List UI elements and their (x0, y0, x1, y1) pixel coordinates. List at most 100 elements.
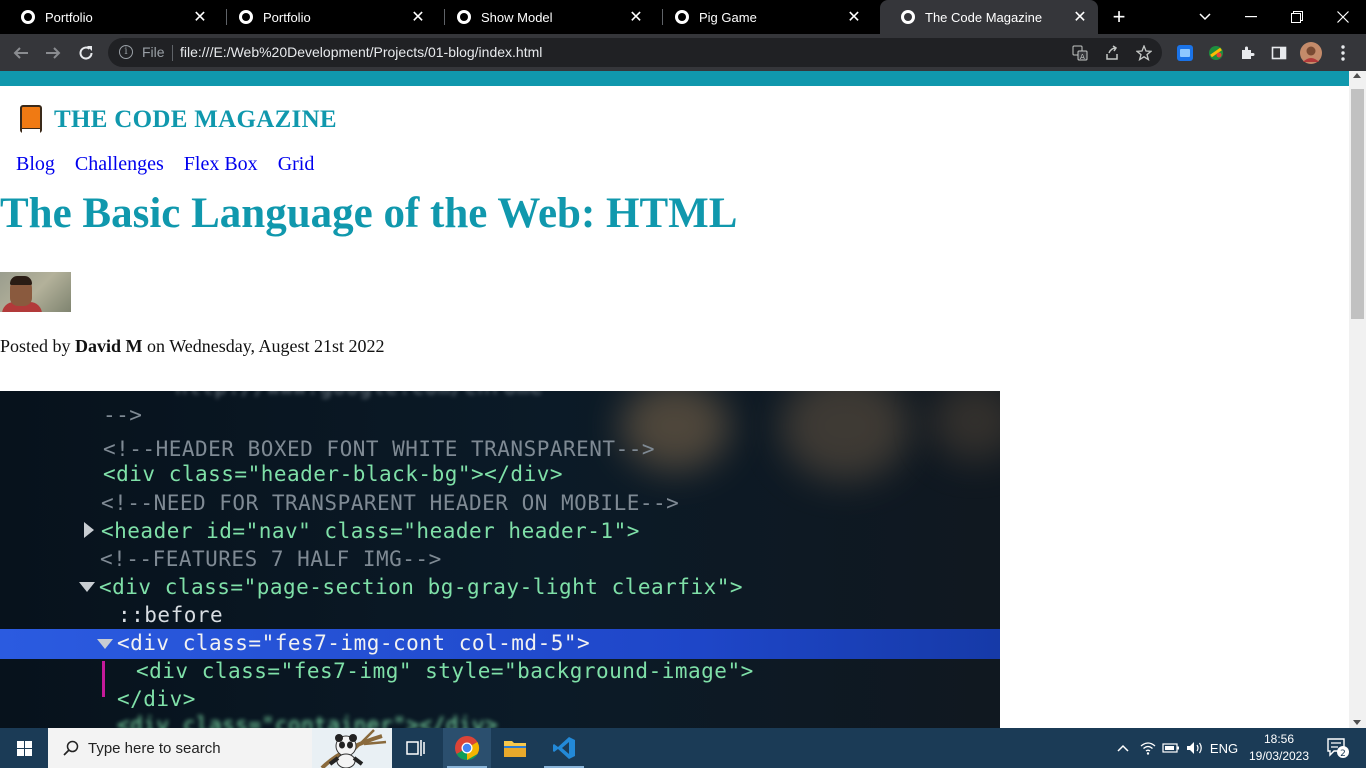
url-text[interactable]: file:///E:/Web%20Development/Projects/01… (180, 44, 542, 60)
post-meta: Posted by David M on Wednesday, Augest 2… (0, 336, 385, 357)
code-line: <div class="page-section bg-gray-light c… (99, 575, 744, 599)
globe-icon (239, 10, 253, 24)
code-line: ::before (118, 603, 224, 627)
tab-portfolio-2[interactable]: Portfolio ✕ (218, 0, 436, 34)
notification-center-button[interactable]: 2 (1318, 728, 1358, 768)
meta-suffix: on Wednesday, Augest 21st 2022 (147, 336, 385, 356)
clock-date: 19/03/2023 (1248, 749, 1310, 763)
post-title: The Basic Language of the Web: HTML (0, 190, 738, 237)
nav-link-grid[interactable]: Grid (278, 153, 315, 176)
tab-title: The Code Magazine (925, 9, 1043, 25)
code-line: <div class="container"></div> (117, 713, 499, 728)
tab-pig-game[interactable]: Pig Game ✕ (654, 0, 872, 34)
reload-button[interactable] (73, 40, 99, 66)
tab-title: Show Model (481, 9, 553, 25)
tab-show-model[interactable]: Show Model ✕ (436, 0, 654, 34)
address-bar[interactable]: i File file:///E:/Web%20Development/Proj… (108, 38, 1162, 67)
scroll-up-icon[interactable] (1353, 73, 1361, 78)
notification-count: 2 (1340, 749, 1346, 759)
translate-icon[interactable]: A (1070, 43, 1090, 63)
site-nav: Blog Challenges Flex Box Grid (16, 153, 314, 176)
nav-link-blog[interactable]: Blog (16, 153, 55, 176)
taskbar-search[interactable]: Type here to search (48, 728, 392, 768)
profile-avatar[interactable] (1300, 42, 1322, 64)
code-line: <header id="nav" class="header header-1"… (101, 519, 640, 543)
collapse-triangle-icon (97, 639, 113, 649)
battery-icon[interactable] (1160, 728, 1182, 768)
svg-text:A: A (1080, 53, 1085, 61)
close-icon[interactable]: ✕ (1070, 7, 1090, 27)
tab-code-magazine[interactable]: The Code Magazine ✕ (880, 0, 1098, 34)
back-button[interactable] (8, 40, 34, 66)
tab-portfolio-1[interactable]: Portfolio ✕ (0, 0, 218, 34)
restore-button[interactable] (1274, 0, 1320, 34)
task-view-button[interactable] (392, 728, 440, 768)
chevron-up-icon (1117, 744, 1129, 752)
page-viewport: THE CODE MAGAZINE Blog Challenges Flex B… (0, 71, 1349, 728)
new-tab-button[interactable]: + (1108, 4, 1130, 30)
page-accent-bar (0, 71, 1349, 86)
windows-logo-icon (16, 740, 32, 756)
code-line: --> (103, 403, 143, 427)
reload-icon (79, 46, 93, 60)
extensions-puzzle-icon[interactable] (1237, 42, 1259, 64)
close-window-button[interactable] (1320, 0, 1366, 34)
notification-icon: 2 (1327, 738, 1349, 759)
author-avatar (0, 272, 71, 312)
show-hidden-icons-button[interactable] (1113, 728, 1133, 768)
close-icon[interactable]: ✕ (190, 7, 210, 27)
info-icon[interactable]: i (119, 45, 133, 59)
browser-toolbar: i File file:///E:/Web%20Development/Proj… (0, 34, 1366, 71)
share-icon[interactable] (1102, 43, 1122, 63)
folder-icon (504, 741, 526, 757)
code-indent-marker (102, 661, 105, 697)
close-icon[interactable]: ✕ (408, 7, 428, 27)
code-line: <!--HEADER BOXED FONT WHITE TRANSPARENT-… (103, 437, 656, 461)
omnibox-divider (172, 45, 173, 61)
close-icon[interactable]: ✕ (626, 7, 646, 27)
scheme-label: File (142, 44, 165, 60)
code-line: </div> (117, 687, 196, 711)
volume-icon[interactable] (1184, 728, 1206, 768)
scroll-thumb[interactable] (1351, 89, 1364, 319)
close-icon[interactable]: ✕ (844, 7, 864, 27)
post-image-code: http://www.google.com/chrome --> <!--HEA… (0, 391, 1000, 728)
more-menu-icon[interactable] (1332, 42, 1354, 64)
bookmark-star-icon[interactable] (1134, 43, 1154, 63)
extension-2-icon[interactable] (1205, 42, 1227, 64)
task-view-icon (406, 740, 425, 756)
tab-strip: Portfolio ✕ Portfolio ✕ Show Model ✕ Pig… (0, 0, 1366, 34)
page-scrollbar[interactable] (1349, 71, 1366, 728)
site-header: THE CODE MAGAZINE (18, 105, 337, 135)
globe-icon (21, 10, 35, 24)
panda-illustration (312, 728, 392, 768)
tab-title: Portfolio (45, 9, 93, 25)
forward-button[interactable] (40, 40, 66, 66)
clock[interactable]: 18:56 19/03/2023 (1244, 731, 1314, 765)
nav-link-flex-box[interactable]: Flex Box (184, 153, 258, 176)
windows-taskbar: Type here to search ENG 18:56 19/03/2023… (0, 728, 1366, 768)
minimize-button[interactable] (1228, 0, 1274, 34)
code-line: <div class="fes7-img" style="background-… (136, 659, 754, 683)
network-icon[interactable] (1137, 728, 1159, 768)
globe-icon (457, 10, 471, 24)
language-indicator[interactable]: ENG (1208, 728, 1240, 768)
taskbar-vscode[interactable] (540, 728, 588, 768)
arrow-left-icon (13, 47, 28, 59)
extension-1-icon[interactable] (1174, 42, 1196, 64)
arrow-right-icon (46, 47, 61, 59)
code-line: <!--FEATURES 7 HALF IMG--> (100, 547, 442, 571)
meta-prefix: Posted by (0, 336, 71, 356)
code-line: <!--NEED FOR TRANSPARENT HEADER ON MOBIL… (101, 491, 680, 515)
vscode-icon (553, 737, 575, 759)
chrome-icon (455, 736, 480, 760)
taskbar-chrome[interactable] (443, 728, 491, 768)
side-panel-icon[interactable] (1268, 42, 1290, 64)
globe-icon (901, 10, 915, 24)
start-button[interactable] (0, 728, 48, 768)
nav-link-challenges[interactable]: Challenges (75, 153, 164, 176)
code-line: http://www.google.com/chrome (175, 391, 543, 399)
scroll-down-icon[interactable] (1353, 720, 1361, 725)
taskbar-file-explorer[interactable] (491, 728, 539, 768)
tab-search-button[interactable] (1182, 0, 1228, 34)
